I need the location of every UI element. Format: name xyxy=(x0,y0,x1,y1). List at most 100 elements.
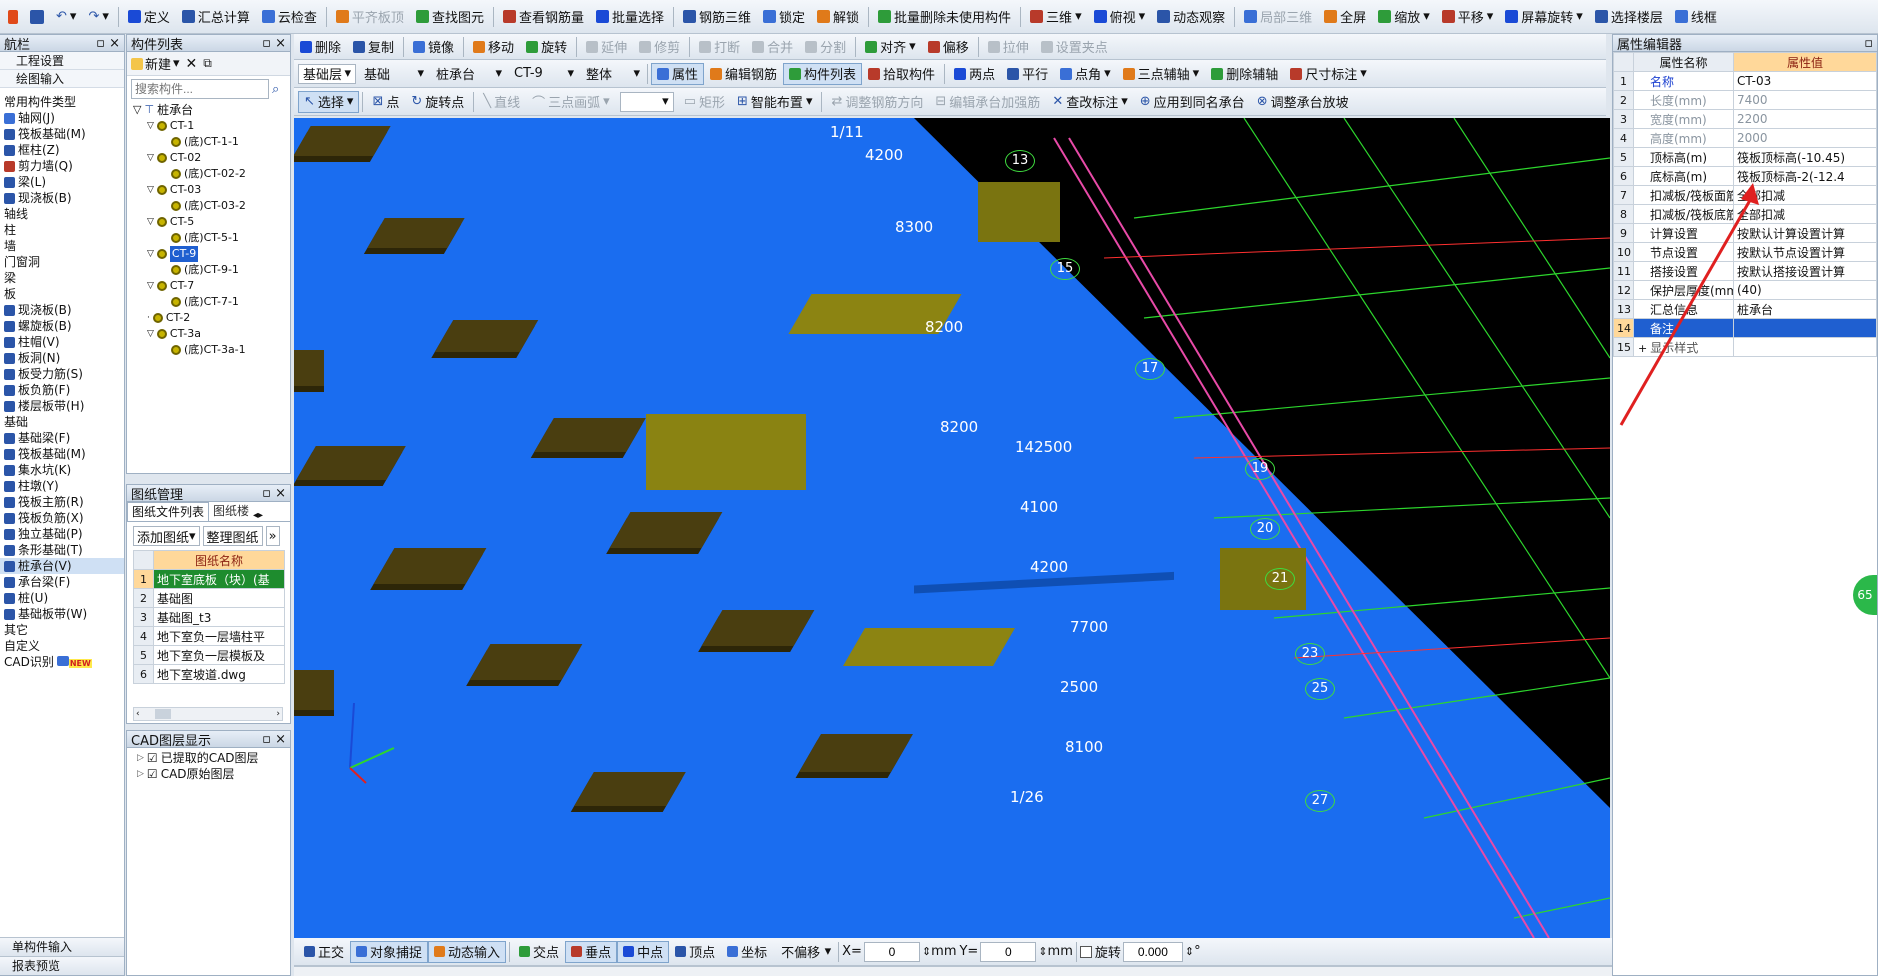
menu-item[interactable]: 俯视 ▾ xyxy=(1088,6,1152,28)
nav-item[interactable]: 板受力筋(S) xyxy=(0,366,124,382)
menu-item[interactable]: 查找图元 xyxy=(410,6,490,28)
adjust-slope-button[interactable]: ⊗ 调整承台放坡 xyxy=(1251,91,1355,113)
nav-category[interactable]: 轴线 xyxy=(0,206,124,222)
table-row[interactable]: 4 地下室负一层墙柱平 xyxy=(133,626,285,646)
collapse-icon[interactable]: ▽ xyxy=(147,118,154,134)
tree-item[interactable]: ▽ CT-9 xyxy=(133,246,290,262)
nav-item[interactable]: 框柱(Z) xyxy=(0,142,124,158)
table-row[interactable]: 3 基础图_t3 xyxy=(133,607,285,627)
tree-subitem[interactable]: (底)CT-7-1 xyxy=(133,294,290,310)
layer-tool-button[interactable]: 尺寸标注 ▾ xyxy=(1284,63,1373,85)
tree-item[interactable]: ▽ CT-5 xyxy=(133,214,290,230)
nav-category[interactable]: CAD识别 NEW xyxy=(0,654,124,670)
nav-item[interactable]: 筏板基础(M) xyxy=(0,446,124,462)
layer-tool-button[interactable]: 平行 xyxy=(1001,63,1054,85)
undo-icon[interactable]: ↶ ▾ xyxy=(50,6,82,28)
nav-item[interactable]: 板负筋(F) xyxy=(0,382,124,398)
nav-top-item[interactable]: 绘图输入 xyxy=(0,70,124,88)
menu-item[interactable]: 定义 xyxy=(122,6,176,28)
tree-item[interactable]: · CT-2 xyxy=(133,310,290,326)
point-button[interactable]: ⊠ 点 xyxy=(366,91,405,113)
tab-scroll-icon[interactable]: ◂▸ xyxy=(253,510,263,521)
nav-item[interactable]: 筏板负筋(X) xyxy=(0,510,124,526)
category-select[interactable]: 基础 ▾ xyxy=(360,64,428,84)
tree-item[interactable]: ▽ CT-3a xyxy=(133,326,290,342)
layer-tool-button[interactable]: 属性 xyxy=(651,62,705,85)
pile-cap-box[interactable] xyxy=(646,414,806,490)
redo-icon[interactable]: ↷ ▾ xyxy=(82,6,114,28)
property-row[interactable]: 3 宽度(mm) 2200 xyxy=(1613,109,1877,129)
tree-item[interactable]: ▽ CT-02 xyxy=(133,150,290,166)
rectangle-button[interactable]: ▭ 矩形 xyxy=(678,91,731,113)
layer-tool-button[interactable]: 拾取构件 xyxy=(862,63,941,85)
system-menu-icon[interactable] xyxy=(2,6,24,28)
property-row[interactable]: 1 名称 CT-03 xyxy=(1613,71,1877,91)
nav-item[interactable]: 现浇板(B) xyxy=(0,302,124,318)
component-select[interactable]: CT-9 ▾ xyxy=(510,64,578,84)
layer-tool-button[interactable]: 删除辅轴 xyxy=(1205,63,1284,85)
nav-item[interactable]: 桩(U) xyxy=(0,590,124,606)
add-drawing-button[interactable]: 添加图纸 ▾ xyxy=(133,526,200,546)
table-row[interactable]: 1 地下室底板（块）(基 xyxy=(133,569,285,589)
checkbox-icon[interactable]: ☑ xyxy=(147,750,158,766)
nav-item[interactable]: 梁(L) xyxy=(0,174,124,190)
snap-toggle-button[interactable]: 动态输入 xyxy=(428,940,507,963)
pile-cap-slab[interactable] xyxy=(843,628,1015,666)
arrange-drawing-button[interactable]: 整理图纸 xyxy=(202,526,263,546)
menu-item[interactable]: 全屏 xyxy=(1318,6,1372,28)
layer-tool-button[interactable]: 编辑钢筋 xyxy=(704,63,783,85)
nav-item[interactable]: 螺旋板(B) xyxy=(0,318,124,334)
edit-tool-button[interactable]: 镜像 xyxy=(407,36,460,58)
collapse-icon[interactable]: ▽ xyxy=(147,182,154,198)
pin-icon[interactable]: ▫ × xyxy=(96,36,120,51)
menu-item[interactable]: 平齐板顶 xyxy=(330,6,410,28)
nav-item[interactable]: 条形基础(T) xyxy=(0,542,124,558)
edit-tool-button[interactable]: 移动 xyxy=(467,36,520,58)
menu-item[interactable]: 批量选择 xyxy=(590,6,670,28)
nav-item[interactable]: 板洞(N) xyxy=(0,350,124,366)
new-component-button[interactable]: 新建 ▾ xyxy=(131,54,180,73)
nav-item[interactable]: 桩承台(V) xyxy=(0,558,124,574)
nav-item[interactable]: 基础板带(W) xyxy=(0,606,124,622)
collapse-icon[interactable]: ▽ xyxy=(147,246,154,262)
edit-tool-button[interactable]: 拉伸 xyxy=(982,36,1035,58)
property-value[interactable]: 2200 xyxy=(1733,109,1877,129)
edit-tool-button[interactable]: 旋转 xyxy=(520,36,573,58)
nav-item[interactable]: 柱帽(V) xyxy=(0,334,124,350)
pin-close-icon[interactable]: ▫ × xyxy=(262,36,286,51)
nav-item[interactable]: 现浇板(B) xyxy=(0,190,124,206)
property-value[interactable]: 筏板顶标高(-10.45) xyxy=(1733,147,1877,167)
property-value[interactable]: 7400 xyxy=(1733,90,1877,110)
menu-item[interactable]: 屏幕旋转 ▾ xyxy=(1499,6,1589,28)
nav-item[interactable]: 筏板主筋(R) xyxy=(0,494,124,510)
pile-cap-block[interactable] xyxy=(574,772,686,806)
pin-close-icon[interactable]: ▫ × xyxy=(262,486,286,501)
layer-tool-button[interactable]: 点角 ▾ xyxy=(1054,63,1117,85)
edit-tool-button[interactable]: 修剪 xyxy=(633,36,686,58)
menu-item[interactable]: 批量删除未使用构件 xyxy=(872,6,1017,28)
tree-subitem[interactable]: (底)CT-1-1 xyxy=(133,134,290,150)
menu-item[interactable]: 三维 ▾ xyxy=(1024,6,1088,28)
property-row[interactable]: 5 顶标高(m) 筏板顶标高(-10.45) xyxy=(1613,147,1877,167)
menu-item[interactable]: 平移 ▾ xyxy=(1436,6,1500,28)
table-row[interactable]: 2 基础图 xyxy=(133,588,285,608)
edit-tool-button[interactable]: 延伸 xyxy=(580,36,633,58)
tab-drawing-files[interactable]: 图纸文件列表 xyxy=(127,502,210,521)
tree-subitem[interactable]: (底)CT-5-1 xyxy=(133,230,290,246)
tree-subitem[interactable]: (底)CT-9-1 xyxy=(133,262,290,278)
tree-item[interactable]: ▽ CT-03 xyxy=(133,182,290,198)
property-row[interactable]: 4 高度(mm) 2000 xyxy=(1613,128,1877,148)
collapse-icon[interactable]: · xyxy=(147,310,150,326)
snap-toggle-button[interactable]: 交点 xyxy=(513,941,565,963)
nav-item[interactable]: 独立基础(P) xyxy=(0,526,124,542)
menu-item[interactable]: 汇总计算 xyxy=(176,6,256,28)
snap-toggle-button[interactable]: 对象捕捉 xyxy=(350,940,429,963)
checkbox-icon[interactable]: ☑ xyxy=(147,766,158,782)
nav-item[interactable]: 楼层板带(H) xyxy=(0,398,124,414)
search-icon[interactable]: ⌕ xyxy=(272,82,279,97)
nav-category[interactable]: 基础 xyxy=(0,414,124,430)
nav-top-item[interactable]: 工程设置 xyxy=(0,52,124,70)
floor-select[interactable]: 基础层 ▾ xyxy=(298,63,356,84)
nav-category[interactable]: 门窗洞 xyxy=(0,254,124,270)
line-button[interactable]: ╲ 直线 xyxy=(477,91,526,113)
